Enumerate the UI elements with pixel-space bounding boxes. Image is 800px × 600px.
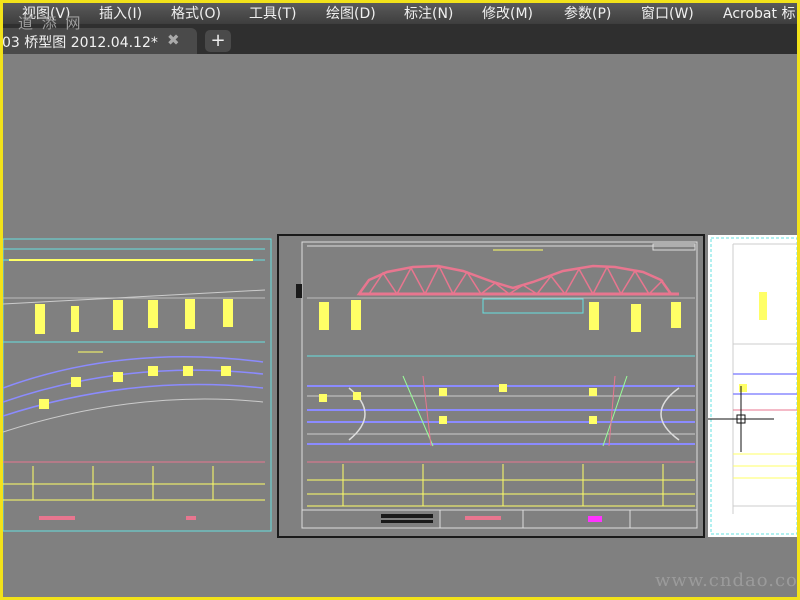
menu-window[interactable]: 窗口(W) <box>641 3 694 23</box>
menu-format[interactable]: 格式(O) <box>171 3 221 23</box>
menu-parameter[interactable]: 参数(P) <box>564 3 611 23</box>
left-drawing-sheet <box>3 238 272 532</box>
menu-tools[interactable]: 工具(T) <box>249 3 296 23</box>
menu-bar: 视图(V) 插入(I) 格式(O) 工具(T) 绘图(D) 标注(N) 修改(M… <box>0 0 800 24</box>
watermark-bottom: www.cndao.com <box>655 570 800 591</box>
new-tab-button[interactable]: + <box>205 30 231 52</box>
center-drawing-sheet <box>277 234 705 538</box>
menu-dimension[interactable]: 标注(N) <box>404 3 453 23</box>
menu-draw[interactable]: 绘图(D) <box>326 3 376 23</box>
document-tab-title: 03 桥型图 2012.04.12* <box>2 35 158 51</box>
cad-drawing <box>3 234 797 538</box>
close-icon[interactable]: ✖ <box>167 31 180 49</box>
drawing-canvas[interactable] <box>3 54 797 597</box>
document-tab-bar: 03 桥型图 2012.04.12* ✖ + <box>0 24 800 54</box>
right-drawing-sheet <box>708 235 797 537</box>
menu-insert[interactable]: 插入(I) <box>99 3 142 23</box>
menu-acrobat[interactable]: Acrobat 标 <box>723 3 795 23</box>
watermark-top: 道 添 网 <box>18 14 83 32</box>
menu-modify[interactable]: 修改(M) <box>482 3 533 23</box>
